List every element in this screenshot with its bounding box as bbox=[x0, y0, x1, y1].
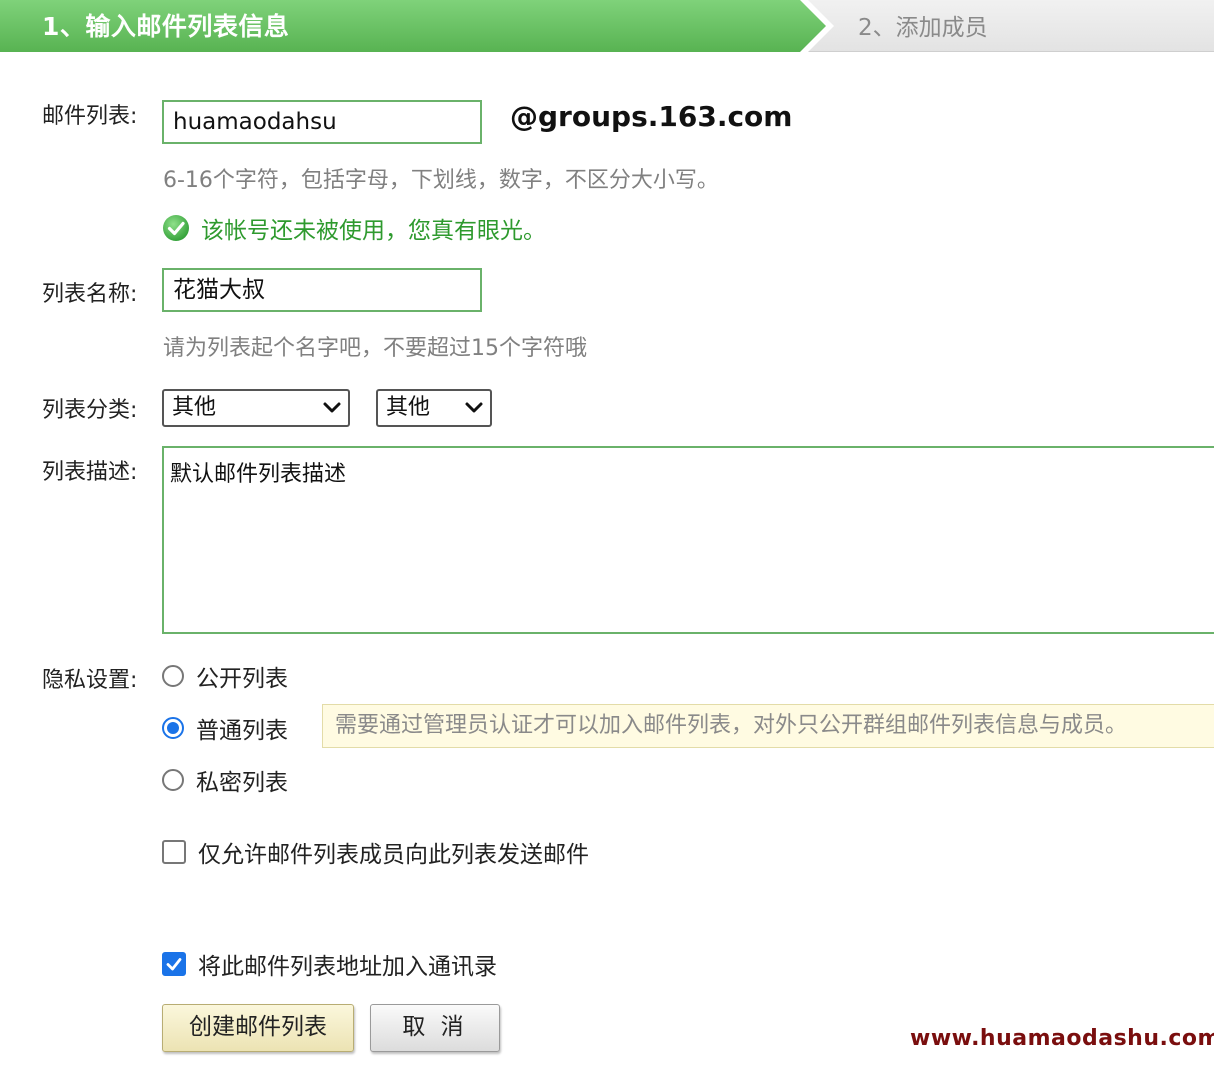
add-to-contacts-option[interactable]: 将此邮件列表地址加入通讯录 bbox=[162, 949, 497, 980]
create-list-button[interactable]: 创建邮件列表 bbox=[162, 1004, 354, 1052]
step-1-label: 1、输入邮件列表信息 bbox=[42, 12, 290, 41]
list-name-input[interactable]: 花猫大叔 bbox=[162, 268, 482, 312]
list-address-label: 邮件列表: bbox=[42, 104, 138, 129]
members-only-checkbox[interactable] bbox=[162, 840, 186, 864]
privacy-tip: 需要通过管理员认证才可以加入邮件列表，对外只公开群组邮件列表信息与成员。 bbox=[322, 704, 1214, 748]
chevron-down-icon bbox=[465, 402, 483, 413]
check-circle-icon bbox=[162, 214, 190, 242]
privacy-option-public-label: 公开列表 bbox=[196, 666, 288, 692]
category-label: 列表分类: bbox=[42, 398, 138, 423]
members-only-label: 仅允许邮件列表成员向此列表发送邮件 bbox=[198, 842, 589, 868]
list-name-hint: 请为列表起个名字吧，不要超过15个字符哦 bbox=[163, 336, 587, 361]
checkmark-icon bbox=[166, 958, 182, 971]
privacy-option-private[interactable]: 私密列表 bbox=[162, 765, 288, 796]
privacy-option-public[interactable]: 公开列表 bbox=[162, 661, 288, 692]
category-secondary-value: 其他 bbox=[386, 395, 431, 420]
list-name-label: 列表名称: bbox=[42, 282, 138, 307]
privacy-option-private-label: 私密列表 bbox=[196, 770, 288, 796]
availability-message: 该帐号还未被使用，您真有眼光。 bbox=[162, 212, 546, 244]
step-bar: 1、输入邮件列表信息 2、添加成员 bbox=[0, 0, 1214, 52]
list-address-input[interactable]: huamaodahsu bbox=[162, 100, 482, 144]
chevron-down-icon bbox=[323, 402, 341, 413]
description-textarea[interactable]: 默认邮件列表描述 bbox=[162, 446, 1214, 634]
category-primary-select[interactable]: 其他 bbox=[162, 389, 350, 427]
category-primary-value: 其他 bbox=[172, 395, 217, 420]
domain-suffix: @groups.163.com bbox=[510, 100, 793, 133]
privacy-option-normal[interactable]: 普通列表 bbox=[162, 713, 288, 744]
availability-text: 该帐号还未被使用，您真有眼光。 bbox=[201, 218, 546, 244]
radio-private[interactable] bbox=[162, 769, 184, 791]
category-secondary-select[interactable]: 其他 bbox=[376, 389, 492, 427]
privacy-label: 隐私设置: bbox=[42, 668, 138, 693]
cancel-button[interactable]: 取 消 bbox=[370, 1004, 500, 1052]
add-to-contacts-label: 将此邮件列表地址加入通讯录 bbox=[198, 954, 497, 980]
list-address-hint: 6-16个字符，包括字母，下划线，数字，不区分大小写。 bbox=[163, 168, 719, 193]
privacy-option-normal-label: 普通列表 bbox=[196, 718, 288, 744]
watermark: www.huamaodashu.com bbox=[910, 1026, 1214, 1051]
description-label: 列表描述: bbox=[42, 460, 138, 485]
add-to-contacts-checkbox[interactable] bbox=[162, 952, 186, 976]
radio-normal[interactable] bbox=[162, 717, 184, 739]
members-only-option[interactable]: 仅允许邮件列表成员向此列表发送邮件 bbox=[162, 837, 589, 868]
step-2-label: 2、添加成员 bbox=[858, 15, 988, 41]
radio-public[interactable] bbox=[162, 665, 184, 687]
